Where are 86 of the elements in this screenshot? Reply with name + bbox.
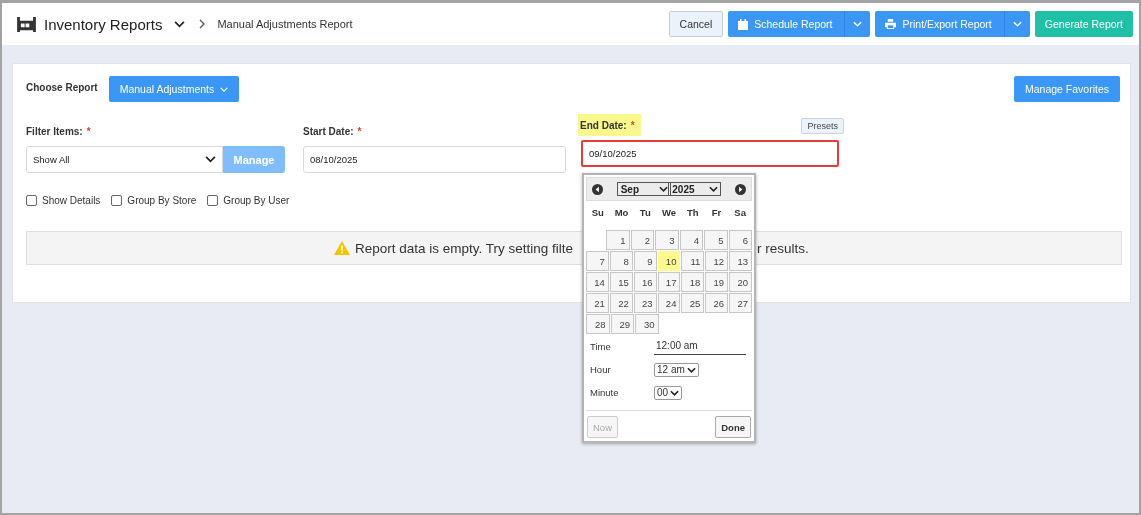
warning-icon [334, 241, 350, 255]
page-title: Inventory Reports [44, 15, 163, 33]
calendar-day[interactable]: 12 [705, 251, 729, 271]
chevron-down-icon[interactable] [174, 20, 186, 28]
chevron-down-icon [686, 366, 696, 373]
chevron-right-icon [199, 19, 206, 29]
start-date-field[interactable]: 08/10/2025 [303, 146, 566, 173]
notice-text: r results. [757, 240, 809, 256]
field-label: Filter Items: * [26, 124, 91, 139]
calendar-day[interactable]: 4 [679, 230, 703, 250]
year-select[interactable]: 2025 [668, 182, 722, 196]
choose-report-label: Choose Report [26, 82, 98, 93]
checkbox-label: Group By User [223, 195, 290, 206]
calendar-day[interactable]: 28 [586, 314, 610, 334]
notice-text: Report data is empty. Try setting filte [355, 240, 574, 256]
calendar-day[interactable]: 14 [586, 272, 609, 292]
calendar-day[interactable]: 26 [705, 293, 729, 313]
chevron-down-icon [1012, 21, 1022, 27]
filter-select[interactable]: Show All [26, 146, 223, 173]
calendar-day[interactable]: 17 [657, 272, 681, 292]
chevron-down-icon [853, 21, 863, 27]
presets-button[interactable]: Presets [801, 118, 844, 134]
calendar-day[interactable]: 13 [729, 251, 752, 271]
calendar-day[interactable]: 6 [728, 230, 752, 250]
chevron-down-icon [220, 86, 229, 92]
calendar-day[interactable]: 24 [657, 293, 681, 313]
required-mark: * [630, 119, 635, 131]
end-date-field[interactable]: 09/10/2025 [581, 140, 839, 167]
required-mark: * [357, 125, 362, 137]
calendar-day[interactable]: 27 [729, 293, 752, 313]
printer-icon [885, 19, 897, 29]
calendar-day[interactable]: 7 [586, 251, 609, 271]
calendar-day[interactable]: 19 [705, 272, 729, 292]
calendar-day[interactable]: 20 [729, 272, 752, 292]
calendar-day[interactable]: 30 [635, 314, 659, 334]
required-mark: * [86, 125, 91, 137]
calendar-day[interactable]: 8 [609, 251, 633, 271]
month-select[interactable]: Sep [616, 182, 671, 196]
minute-label: Minute [590, 387, 620, 398]
checkbox[interactable] [26, 195, 37, 206]
chevron-down-icon [205, 156, 216, 163]
calendar-day[interactable]: 2 [630, 230, 654, 250]
calendar-day[interactable]: 25 [681, 293, 705, 313]
done-button[interactable]: Done [715, 416, 751, 438]
next-icon[interactable] [734, 183, 746, 195]
calendar-day[interactable]: 15 [609, 272, 633, 292]
calendar-day[interactable]: 1 [606, 230, 630, 250]
checkbox-label: Show Details [42, 195, 101, 206]
field-label: Start Date: * [303, 124, 362, 139]
calendar-day[interactable]: 5 [704, 230, 728, 250]
hour-select[interactable]: 12 am [654, 362, 699, 377]
cancel-button[interactable]: Cancel [668, 11, 724, 37]
calendar-day[interactable]: 3 [655, 230, 679, 250]
checkbox[interactable] [207, 195, 219, 206]
calendar-day[interactable]: 10 [657, 251, 681, 271]
dropdown-button[interactable] [1003, 11, 1030, 37]
weekday-label: Tu [638, 207, 652, 218]
warehouse-icon [17, 16, 36, 32]
calendar-day[interactable]: 9 [633, 251, 657, 271]
weekday-label: Th [685, 207, 700, 218]
chevron-down-icon [658, 186, 668, 192]
weekday-label: Mo [613, 207, 630, 218]
weekday-label: We [660, 207, 678, 218]
calendar-icon [738, 18, 749, 30]
calendar-day[interactable]: 21 [586, 293, 609, 313]
time-value: 12:00 am [654, 338, 746, 355]
breadcrumb: Manual Adjustments Report [217, 18, 353, 30]
weekday-label: Sa [733, 207, 747, 218]
checkbox-label: Group By Store [127, 195, 197, 206]
calendar-day[interactable]: 22 [609, 293, 633, 313]
minute-select[interactable]: 00 [654, 385, 683, 400]
time-label: Time [590, 341, 612, 352]
field-label: End Date: * [578, 114, 641, 136]
weekday-label: Fr [710, 207, 723, 218]
chevron-down-icon [670, 389, 680, 396]
calendar-day[interactable]: 18 [681, 272, 705, 292]
calendar-day[interactable]: 29 [610, 314, 634, 334]
calendar-day[interactable]: 11 [681, 251, 705, 271]
previous-icon[interactable] [592, 183, 603, 195]
checkbox[interactable] [111, 195, 123, 206]
weekday-label: Su [590, 207, 605, 218]
calendar-day[interactable]: 23 [633, 293, 657, 313]
chevron-down-icon [709, 186, 719, 192]
calendar-day[interactable]: 16 [633, 272, 657, 292]
hour-label: Hour [590, 364, 612, 375]
dropdown-button[interactable] [844, 11, 871, 37]
